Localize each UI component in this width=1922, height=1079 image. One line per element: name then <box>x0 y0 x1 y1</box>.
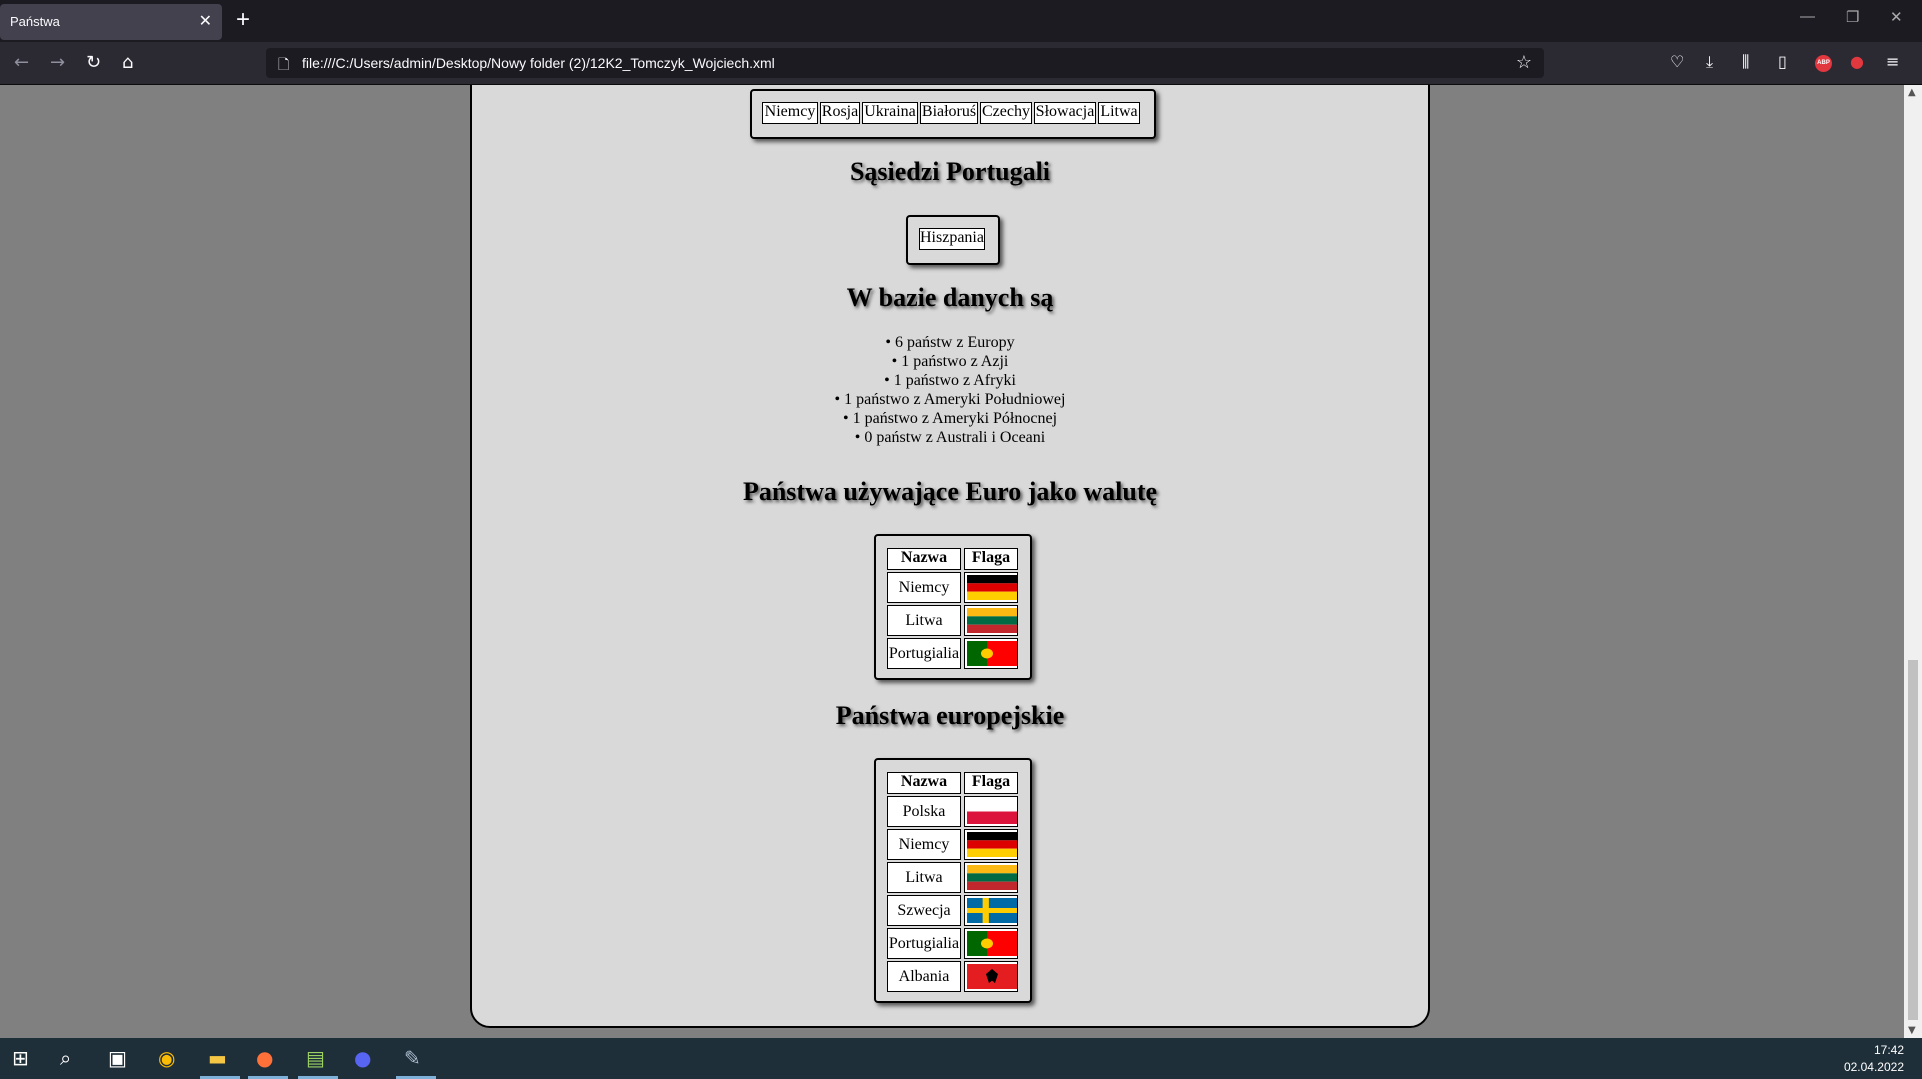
neighbor-cell: Białoruś <box>920 102 978 124</box>
list-item: • 1 państwo z Afryki <box>884 372 1016 389</box>
firefox-icon[interactable]: ● <box>256 1046 273 1070</box>
neighbor-cell: Czechy <box>980 102 1032 124</box>
clock-date: 02.04.2022 <box>1843 1060 1904 1074</box>
chrome-icon[interactable]: ◉ <box>158 1046 175 1070</box>
menu-icon[interactable]: ≡ <box>1886 52 1899 71</box>
library-icon[interactable]: ⫼ <box>1742 52 1749 72</box>
list-item: • 1 państwo z Ameryki Południowej <box>834 391 1066 408</box>
home-icon[interactable]: ⌂ <box>122 52 133 73</box>
list-item: • 1 państwo z Ameryki Północnej <box>842 410 1058 427</box>
euro-table: Nazwa Flaga Niemcy Litwa Portugialia <box>874 534 1032 680</box>
pocket-icon[interactable]: ♡ <box>1670 52 1684 71</box>
neighbor-cell: Hiszpania <box>919 228 985 250</box>
sweden-flag-icon <box>967 898 1017 923</box>
vertical-scrollbar[interactable]: ▲ ▼ <box>1904 85 1922 1038</box>
flag-cell <box>964 796 1018 827</box>
scrollbar-thumb[interactable] <box>1908 660 1918 1020</box>
page-icon: 🗋 <box>278 56 290 72</box>
table-header: Nazwa <box>887 548 961 570</box>
tab-title: Państwa <box>10 14 60 29</box>
poland-flag-icon <box>967 799 1017 824</box>
germany-flag-icon <box>967 575 1017 600</box>
neighbor-cell: Litwa <box>1098 102 1140 124</box>
euro-heading: Państwa używające Euro jako walutę <box>742 477 1158 506</box>
restore-icon[interactable]: ❐ <box>1846 8 1859 26</box>
list-item: • 6 państw z Europy <box>885 334 1015 351</box>
list-item: • 1 państwo z Azji <box>891 353 1009 370</box>
window-close-icon[interactable]: ✕ <box>1890 8 1903 26</box>
table-row-name: Litwa <box>887 605 961 636</box>
start-icon[interactable]: ⊞ <box>12 1046 29 1070</box>
europe-heading: Państwa europejskie <box>835 701 1065 730</box>
downloads-icon[interactable]: ⤓ <box>1706 52 1713 72</box>
scroll-down-icon[interactable]: ▼ <box>1908 1025 1916 1036</box>
forward-icon[interactable]: → <box>50 52 65 73</box>
table-header: Flaga <box>964 772 1018 794</box>
search-icon[interactable]: ⌕ <box>60 1046 71 1070</box>
flag-cell <box>964 862 1018 893</box>
germany-flag-icon <box>967 832 1017 857</box>
table-row-name: Portugialia <box>887 928 961 959</box>
flag-cell <box>964 572 1018 603</box>
neighbors-box: Niemcy Rosja Ukraina Białoruś Czechy Sło… <box>750 89 1156 139</box>
portugal-flag-icon <box>967 641 1017 666</box>
task-view-icon[interactable]: ▣ <box>108 1046 127 1070</box>
flag-cell <box>964 829 1018 860</box>
table-row-name: Litwa <box>887 862 961 893</box>
table-header: Nazwa <box>887 772 961 794</box>
content-card: Niemcy Rosja Ukraina Białoruś Czechy Sło… <box>470 85 1430 1028</box>
tab-panstwa[interactable]: Państwa ✕ <box>0 4 222 40</box>
taskbar: ⊞ ⌕ ▣ ◉ ▬ ● ▤ ● ✎ 17:42 02.04.2022 <box>0 1038 1922 1079</box>
flag-cell <box>964 961 1018 992</box>
table-row-name: Polska <box>887 796 961 827</box>
navigation-bar: ← → ↻ ⌂ 🗋 file:///C:/Users/admin/Desktop… <box>0 42 1922 85</box>
page-viewport: Niemcy Rosja Ukraina Białoruś Czechy Sło… <box>0 85 1904 1038</box>
neighbor-cell: Rosja <box>820 102 860 124</box>
neighbor-cell: Niemcy <box>762 102 818 124</box>
bookmark-star-icon[interactable]: ☆ <box>1516 52 1532 73</box>
flag-cell <box>964 638 1018 669</box>
portugal-neighbors-box: Hiszpania <box>906 215 1000 265</box>
table-row-name: Szwecja <box>887 895 961 926</box>
scroll-up-icon[interactable]: ▲ <box>1908 87 1916 98</box>
flag-cell <box>964 605 1018 636</box>
europe-table: Nazwa Flaga Polska Niemcy Litwa Szwecja … <box>874 758 1032 1003</box>
discord-icon[interactable]: ● <box>354 1046 371 1070</box>
sidebar-icon[interactable]: ▯ <box>1778 52 1787 71</box>
albania-flag-icon <box>967 964 1017 989</box>
paint-icon[interactable]: ✎ <box>404 1046 421 1070</box>
lithuania-flag-icon <box>967 865 1017 890</box>
portugal-heading: Sąsiedzi Portugali <box>849 157 1051 186</box>
flag-cell <box>964 895 1018 926</box>
table-header: Flaga <box>964 548 1018 570</box>
minimize-icon[interactable]: — <box>1800 8 1815 25</box>
list-item: • 0 państw z Australi i Oceani <box>854 429 1046 446</box>
table-row-name: Albania <box>887 961 961 992</box>
flag-cell <box>964 928 1018 959</box>
url-bar[interactable]: 🗋 file:///C:/Users/admin/Desktop/Nowy fo… <box>266 48 1544 78</box>
portugal-flag-icon <box>967 931 1017 956</box>
reload-icon[interactable]: ↻ <box>86 52 101 73</box>
neighbor-cell: Słowacja <box>1034 102 1096 124</box>
lithuania-flag-icon <box>967 608 1017 633</box>
tab-bar: Państwa ✕ + — ❐ ✕ <box>0 0 1922 42</box>
clock-time: 17:42 <box>1873 1043 1904 1057</box>
table-row-name: Niemcy <box>887 829 961 860</box>
neighbor-cell: Ukraina <box>862 102 918 124</box>
adblock-icon[interactable]: ABP <box>1815 55 1832 72</box>
tab-close-icon[interactable]: ✕ <box>199 11 212 31</box>
extension-icon[interactable]: ● <box>1850 52 1864 71</box>
table-row-name: Niemcy <box>887 572 961 603</box>
db-heading: W bazie danych są <box>846 283 1054 312</box>
table-row-name: Portugialia <box>887 638 961 669</box>
url-text[interactable]: file:///C:/Users/admin/Desktop/Nowy fold… <box>302 55 775 71</box>
new-tab-button[interactable]: + <box>236 6 250 34</box>
system-clock[interactable]: 17:42 02.04.2022 <box>1844 1042 1904 1076</box>
back-icon[interactable]: ← <box>14 52 29 73</box>
notepad-icon[interactable]: ▤ <box>306 1046 325 1070</box>
file-explorer-icon[interactable]: ▬ <box>208 1046 227 1070</box>
